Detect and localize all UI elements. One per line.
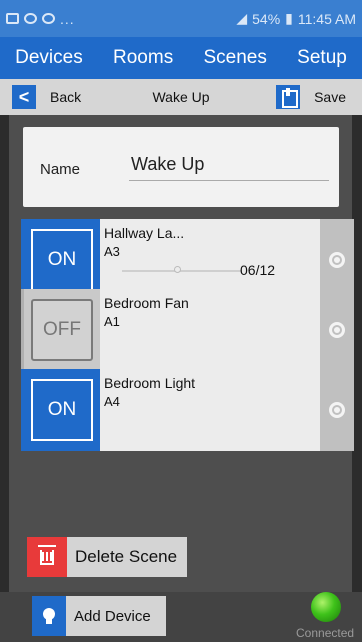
state-cell: OFF: [24, 289, 100, 371]
clock: 11:45 AM: [297, 10, 356, 27]
connection-status-label: Connected: [296, 626, 355, 640]
device-row-bedroom-light: ON Bedroom Light A4: [21, 369, 354, 451]
device-settings-button[interactable]: [320, 289, 354, 371]
status-bar: ... ◢ 54% ▮ 11:45 AM: [0, 0, 362, 37]
toolbar: < Back Wake Up Save: [0, 79, 362, 115]
wifi-icon: ◢: [236, 10, 248, 26]
name-card: Name: [23, 127, 339, 207]
lightbulb-icon: [32, 596, 66, 636]
more-notifications: ...: [60, 10, 75, 27]
dim-level: 06/12: [240, 262, 276, 278]
sync-icon: [42, 13, 55, 24]
save-label: Save: [314, 89, 346, 105]
notification-icons: ...: [6, 11, 75, 27]
device-row-bedroom-fan: OFF Bedroom Fan A1: [21, 289, 354, 371]
slider-thumb[interactable]: [174, 266, 181, 273]
tab-scenes[interactable]: Scenes: [198, 43, 273, 73]
scene-editor: Name ON Hallway La... A3 06/12 OFF Bedro…: [9, 115, 354, 592]
save-button[interactable]: Save: [276, 85, 346, 109]
gear-icon: [329, 252, 345, 268]
back-button[interactable]: < Back: [12, 85, 81, 109]
off-toggle-button[interactable]: OFF: [31, 299, 93, 361]
name-label: Name: [40, 161, 81, 178]
back-arrow-icon: <: [12, 85, 36, 109]
battery-percent: 54%: [252, 10, 281, 27]
state-cell: ON: [24, 369, 100, 451]
on-toggle-button[interactable]: ON: [31, 229, 93, 291]
device-info[interactable]: Bedroom Light A4: [100, 369, 320, 451]
message-icon: [6, 13, 19, 24]
tab-setup[interactable]: Setup: [291, 43, 353, 73]
device-address: A4: [104, 394, 120, 409]
device-name: Bedroom Light: [104, 375, 196, 391]
main-tabs: Devices Rooms Scenes Setup: [0, 37, 362, 79]
device-info[interactable]: Bedroom Fan A1: [100, 289, 320, 371]
tab-rooms[interactable]: Rooms: [107, 43, 179, 73]
save-icon: [276, 85, 301, 109]
back-label: Back: [50, 89, 82, 105]
system-status: ◢ 54% ▮ 11:45 AM: [236, 10, 356, 27]
delete-scene-label: Delete Scene: [75, 547, 178, 566]
device-settings-button[interactable]: [320, 369, 354, 451]
device-name: Hallway La...: [104, 225, 185, 241]
tab-devices[interactable]: Devices: [9, 43, 89, 73]
scene-name-input[interactable]: [129, 149, 329, 181]
device-address: A3: [104, 244, 120, 259]
delete-scene-button[interactable]: Delete Scene: [27, 537, 187, 577]
trash-icon: [27, 537, 67, 577]
dim-slider[interactable]: [122, 266, 242, 273]
bottom-bar: Add Device Connected: [0, 592, 362, 642]
device-address: A1: [104, 314, 120, 329]
gear-icon: [329, 322, 345, 338]
battery-icon: ▮: [285, 10, 293, 26]
add-device-button[interactable]: Add Device: [32, 596, 166, 636]
add-device-label: Add Device: [74, 607, 151, 625]
app-icon: [24, 13, 37, 24]
gear-icon: [329, 402, 345, 418]
on-toggle-button[interactable]: ON: [31, 379, 93, 441]
connection-status-icon: [311, 592, 341, 622]
device-name: Bedroom Fan: [104, 295, 189, 311]
